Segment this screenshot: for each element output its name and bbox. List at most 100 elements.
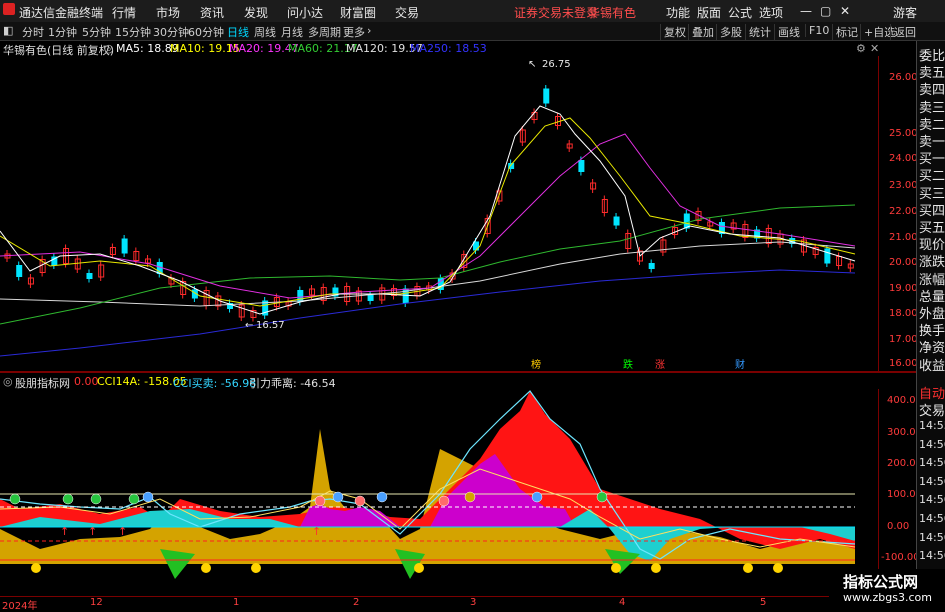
period-fenshi[interactable]: 分时 bbox=[22, 24, 44, 40]
menu-item-jiaoyi[interactable]: 交易 bbox=[395, 4, 419, 21]
ma250-label: MA250: 18.53 bbox=[410, 42, 487, 55]
ma10-line bbox=[0, 117, 856, 307]
period-bar: ◧ 分时 1分钟 5分钟 15分钟 30分钟 60分钟 日线 周线 月线 多周期… bbox=[0, 22, 945, 41]
side-panel-label[interactable]: 交易 bbox=[919, 400, 945, 419]
watermark-line2: www.zbgs3.com bbox=[843, 591, 932, 604]
period-more[interactable]: 更多 bbox=[343, 24, 365, 40]
menu-item-banmian[interactable]: 版面 bbox=[697, 4, 721, 21]
smiley-signal-icon bbox=[743, 563, 753, 573]
period-60min[interactable]: 60分钟 bbox=[188, 24, 224, 40]
menu-item-hangqing[interactable]: 行情 bbox=[112, 4, 136, 21]
price-tick: 25.00 bbox=[889, 128, 918, 139]
toolbar-f10[interactable]: F10 bbox=[805, 24, 832, 37]
signal-dot-icon bbox=[90, 493, 102, 505]
panel-toggle-icon[interactable]: ◧ bbox=[3, 24, 13, 37]
indicator-chart[interactable]: ↑ ↑ ↑ ↑ bbox=[0, 389, 880, 594]
side-panel-label: 卖三 bbox=[919, 100, 945, 116]
menu-item-gongshi[interactable]: 公式 bbox=[728, 4, 752, 21]
candle-body bbox=[27, 277, 34, 285]
marker-cai[interactable]: 财 bbox=[735, 358, 745, 371]
signal-dot-icon bbox=[376, 491, 388, 503]
toolbar-fuquan[interactable]: 复权 bbox=[660, 24, 689, 40]
side-panel-label: 卖四 bbox=[919, 83, 945, 99]
indicator-value0: 0.00 bbox=[74, 375, 99, 388]
side-panel-label: 现价 bbox=[919, 238, 945, 254]
price-tick: 17.00 bbox=[889, 334, 918, 345]
toolbar-tongji[interactable]: 统计 bbox=[745, 24, 774, 40]
settings-icon[interactable]: ◎ bbox=[104, 42, 114, 55]
menu-item-xuanxiang[interactable]: 选项 bbox=[759, 4, 783, 21]
buy-arrow-icon: ↑ bbox=[88, 525, 97, 538]
period-weekly[interactable]: 周线 bbox=[254, 24, 276, 40]
watermark: 指标公式网 www.zbgs3.com bbox=[829, 569, 945, 609]
candle-body bbox=[683, 213, 690, 229]
smiley-signal-icon bbox=[201, 563, 211, 573]
pane-divider[interactable] bbox=[0, 371, 916, 373]
smiley-signal-icon bbox=[31, 563, 41, 573]
period-monthly[interactable]: 月线 bbox=[281, 24, 303, 40]
side-panel-label: 涨幅 bbox=[919, 272, 945, 288]
minimize-icon[interactable]: — bbox=[800, 4, 812, 18]
date-label: 12 bbox=[90, 597, 103, 608]
menu-item-caifuquan[interactable]: 财富圈 bbox=[340, 4, 376, 21]
signal-dot-icon bbox=[9, 493, 21, 505]
price-tick: 16.00 bbox=[889, 358, 918, 369]
buy-arrow-icon: ↑ bbox=[118, 525, 127, 538]
marker-die[interactable]: 跌 bbox=[623, 358, 633, 371]
chevron-right-icon[interactable]: › bbox=[367, 24, 371, 37]
marker-bang[interactable]: 榜 bbox=[531, 358, 541, 371]
menu-item-gongneng[interactable]: 功能 bbox=[666, 4, 690, 21]
candle-body bbox=[613, 216, 620, 226]
app-logo-icon bbox=[3, 3, 15, 15]
login-notice[interactable]: 证券交易未登录 bbox=[514, 4, 598, 21]
indicator-tick: 0.00 bbox=[887, 521, 910, 532]
date-label: 5 bbox=[760, 597, 767, 608]
indicator-settings-icon[interactable]: ◎ bbox=[3, 375, 13, 388]
close-icon[interactable]: ✕ bbox=[840, 4, 850, 18]
toolbar-diejia[interactable]: 叠加 bbox=[688, 24, 717, 40]
chart-close-icon[interactable]: ✕ bbox=[870, 42, 879, 55]
period-5min[interactable]: 5分钟 bbox=[82, 24, 111, 40]
smiley-signal-icon bbox=[773, 563, 783, 573]
price-tick: 24.00 bbox=[889, 153, 918, 164]
period-1min[interactable]: 1分钟 bbox=[48, 24, 77, 40]
period-30min[interactable]: 30分钟 bbox=[153, 24, 189, 40]
side-panel-label: 买一 bbox=[919, 152, 945, 168]
guest-label[interactable]: 游客 bbox=[893, 4, 917, 21]
side-panel-label: 14:56 bbox=[919, 493, 945, 507]
date-label: 2 bbox=[353, 597, 360, 608]
signal-dot-icon bbox=[596, 491, 608, 503]
price-tick: 20.00 bbox=[889, 257, 918, 268]
toolbar-biaoji[interactable]: 标记 bbox=[832, 24, 861, 40]
side-panel-label: 总量 bbox=[919, 289, 945, 305]
candle-body bbox=[121, 238, 128, 254]
side-panel-label: 14:56 bbox=[919, 437, 945, 451]
toolbar-huaxian[interactable]: 画线 bbox=[774, 24, 803, 40]
indicator-tick: -100.00 bbox=[881, 552, 920, 563]
high-price-label: 26.75 bbox=[542, 59, 571, 70]
menu-item-zixun[interactable]: 资讯 bbox=[200, 4, 224, 21]
marker-zhang[interactable]: 涨 bbox=[655, 359, 665, 371]
side-panel-label: 14:56 bbox=[919, 549, 945, 563]
candle-body bbox=[648, 263, 655, 269]
price-tick: 22.00 bbox=[889, 206, 918, 217]
restore-icon[interactable]: ▢ bbox=[820, 4, 831, 18]
price-tick: 19.00 bbox=[889, 283, 918, 294]
date-label: 4 bbox=[619, 597, 626, 608]
signal-dot-icon bbox=[438, 495, 450, 507]
smiley-signal-icon bbox=[651, 563, 661, 573]
chart-settings-icon[interactable]: ⚙ bbox=[856, 42, 866, 55]
candlestick-chart[interactable]: 26.75 ↖ 16.57 ← 榜 跌 涨 财 bbox=[0, 56, 916, 371]
menu-item-wenxiaoda[interactable]: 问小达 bbox=[287, 4, 323, 21]
menu-item-shichang[interactable]: 市场 bbox=[156, 4, 180, 21]
period-multi[interactable]: 多周期 bbox=[308, 24, 341, 40]
period-15min[interactable]: 15分钟 bbox=[115, 24, 151, 40]
toolbar-duogu[interactable]: 多股 bbox=[716, 24, 745, 40]
period-daily[interactable]: 日线 bbox=[227, 24, 249, 40]
buy-arrow-icon: ↑ bbox=[60, 525, 69, 538]
main-chart-header: 华锡有色(日线 前复权) ◎ MA5: 18.89 MA10: 19.15 MA… bbox=[0, 41, 880, 57]
indicator-header: ◎ 股朋指标网 0.00 CCI14A: -158.05 CCI买卖: -56.… bbox=[0, 375, 880, 390]
toolbar-back[interactable]: 返回 bbox=[890, 24, 919, 40]
menu-bar: 通达信金融终端 行情 市场 资讯 发现 问小达 财富圈 交易 证券交易未登录 华… bbox=[0, 0, 945, 23]
menu-item-faxian[interactable]: 发现 bbox=[244, 4, 268, 21]
